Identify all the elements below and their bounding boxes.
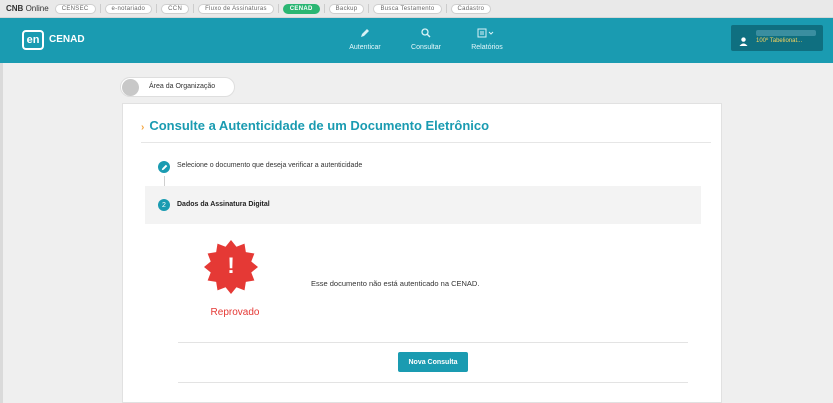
status-label: Reprovado: [210, 307, 260, 318]
pencil-icon: [335, 26, 395, 40]
tab-ccn[interactable]: CCN: [161, 3, 190, 14]
tab-cenad[interactable]: CENAD: [282, 3, 320, 14]
tab-censec[interactable]: CENSEC: [54, 3, 96, 14]
organization-avatar: [122, 79, 139, 96]
app-name[interactable]: CENAD: [49, 34, 85, 45]
user-role: 100º Tabelionat...: [756, 38, 803, 44]
search-icon: [396, 26, 456, 40]
svg-text:!: !: [227, 253, 234, 278]
tab-fluxo-de-assinaturas[interactable]: Fluxo de Assinaturas: [198, 3, 274, 14]
page-title: › Consulte a Autenticidade de um Document…: [141, 118, 490, 133]
result-message: Esse documento não está autenticado na C…: [311, 279, 480, 288]
report-icon: [457, 26, 517, 40]
step-connector: [164, 176, 165, 186]
tab-backup[interactable]: Backup: [328, 3, 365, 14]
divider: [178, 342, 688, 343]
edit-step-icon: [158, 161, 170, 173]
user-menu[interactable]: 100º Tabelionat...: [731, 25, 823, 51]
step-number: 2: [158, 199, 170, 211]
divider: [178, 382, 688, 383]
user-name-redacted: [756, 30, 816, 36]
step-signature-data: 2 Dados da Assinatura Digital: [145, 186, 701, 224]
error-badge-icon: !: [204, 240, 258, 294]
step-select-document[interactable]: Selecione o documento que deseja verific…: [145, 156, 701, 178]
left-edge-scrollbar: [0, 63, 3, 403]
user-icon: [739, 33, 748, 51]
cnb-online-brand[interactable]: CNB Online: [6, 4, 49, 13]
title-divider: [141, 142, 711, 143]
app-header: en CENAD Autenticar Consultar Relatórios…: [0, 18, 833, 63]
breadcrumb[interactable]: Área da Organização: [120, 77, 235, 97]
new-query-button[interactable]: Nova Consulta: [398, 352, 468, 372]
breadcrumb-label: Área da Organização: [149, 83, 216, 90]
tab-busca-testamento[interactable]: Busca Testamento: [373, 3, 442, 14]
top-service-bar: CNB Online CENSEC e-notariado CCN Fluxo …: [0, 0, 833, 18]
tab-cadastro[interactable]: Cadastro: [450, 3, 492, 14]
verification-card: › Consulte a Autenticidade de um Document…: [122, 103, 722, 403]
tab-e-notariado[interactable]: e-notariado: [104, 3, 153, 14]
nav-relatorios[interactable]: Relatórios: [457, 26, 517, 51]
chevron-right-icon: ›: [141, 122, 145, 133]
nav-autenticar[interactable]: Autenticar: [335, 26, 395, 51]
nav-consultar[interactable]: Consultar: [396, 26, 456, 51]
cenad-logo[interactable]: en: [22, 30, 44, 50]
